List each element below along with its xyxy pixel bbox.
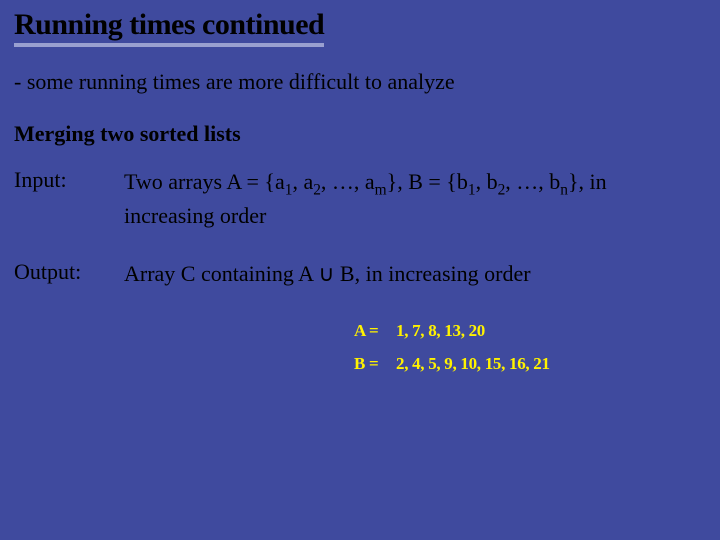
hw-a-values: 1, 7, 8, 13, 20 xyxy=(396,317,485,344)
subscript: m xyxy=(375,181,387,198)
input-text: , …, a xyxy=(321,169,375,194)
union-symbol: ∪ xyxy=(318,261,334,286)
output-text: B, in increasing order xyxy=(334,261,530,286)
input-label: Input: xyxy=(14,167,124,231)
input-value: Two arrays A = {a1, a2, …, am}, B = {b1,… xyxy=(124,167,684,231)
output-text: Array C containing A xyxy=(124,261,318,286)
subscript: n xyxy=(560,181,568,198)
input-text: , …, b xyxy=(505,169,560,194)
input-row: Input: Two arrays A = {a 1 , a2, …, am}, B… xyxy=(14,167,706,231)
output-value: Array C containing A ∪ B, in increasing … xyxy=(124,259,531,289)
subscript: 2 xyxy=(313,181,321,198)
hw-b-label: B = xyxy=(354,350,384,377)
input-text: , b xyxy=(476,169,498,194)
subscript: 1 xyxy=(468,181,476,198)
handwritten-a: A = 1, 7, 8, 13, 20 xyxy=(354,317,706,344)
handwritten-b: B = 2, 4, 5, 9, 10, 15, 16, 21 xyxy=(354,350,706,377)
hw-a-label: A = xyxy=(354,317,384,344)
output-label: Output: xyxy=(14,259,124,289)
handwritten-examples: A = 1, 7, 8, 13, 20 B = 2, 4, 5, 9, 10, … xyxy=(354,317,706,377)
slide-title: Running times continued xyxy=(14,8,324,47)
intro-text: - some running times are more difficult … xyxy=(14,69,706,95)
input-text: Two arrays A = {a xyxy=(124,169,285,194)
output-row: Output: Array C containing A ∪ B, in inc… xyxy=(14,259,706,289)
input-text: , a xyxy=(292,169,313,194)
input-text: }, B = {b xyxy=(387,169,468,194)
section-subtitle: Merging two sorted lists xyxy=(14,121,706,147)
hw-b-values: 2, 4, 5, 9, 10, 15, 16, 21 xyxy=(396,350,550,377)
